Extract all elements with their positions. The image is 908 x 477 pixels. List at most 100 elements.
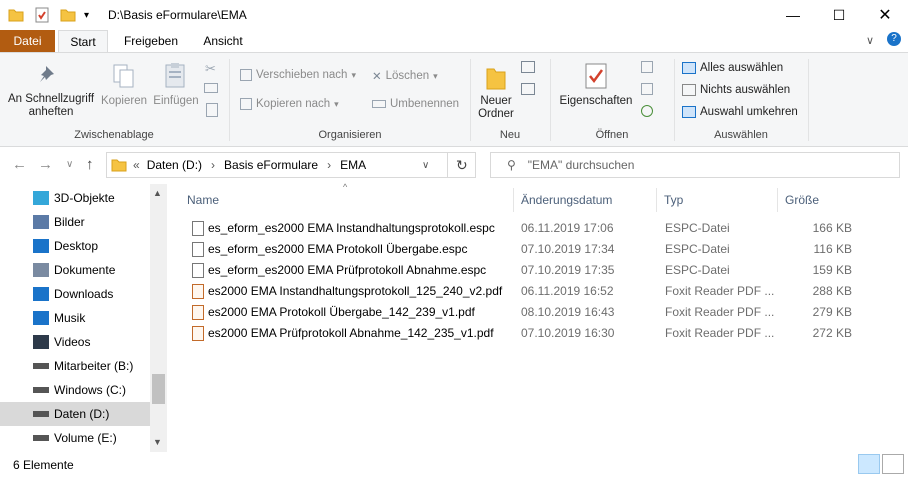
nav-item[interactable]: Downloads: [0, 282, 150, 306]
group-label-clipboard: Zwischenablage: [74, 129, 154, 141]
file-date: 07.10.2019 17:35: [521, 263, 615, 277]
pin-quick-access-button[interactable]: An Schnellzugriff anheften: [4, 63, 98, 119]
move-to-button[interactable]: Verschieben nach ▾: [240, 69, 356, 81]
easy-access-icon[interactable]: [521, 83, 535, 95]
help-icon[interactable]: ?: [887, 32, 901, 46]
chevron-down-icon: ▾: [433, 70, 438, 81]
chevron-down-icon: ▾: [351, 69, 356, 80]
file-row[interactable]: es_eform_es2000 EMA Prüfprotokoll Abnahm…: [188, 260, 864, 281]
nav-item[interactable]: 3D-Objekte: [0, 186, 150, 210]
nav-item[interactable]: Volume (E:): [0, 426, 150, 450]
scroll-up-icon[interactable]: ▲: [153, 188, 162, 198]
cut-icon[interactable]: ✂: [205, 61, 216, 77]
file-size: 288 KB: [812, 284, 852, 298]
select-all-button[interactable]: Alles auswählen: [682, 62, 783, 74]
ribbon-tabs: Datei Start Freigeben Ansicht ∨ ?: [0, 30, 908, 53]
maximize-button[interactable]: ☐: [816, 0, 862, 30]
tab-start[interactable]: Start: [58, 30, 108, 53]
file-date: 06.11.2019 16:52: [521, 284, 614, 298]
collapse-ribbon-icon[interactable]: ∨: [866, 34, 874, 47]
paste-shortcut-icon[interactable]: [206, 103, 218, 117]
properties-button[interactable]: Eigenschaften: [556, 61, 636, 108]
nav-item[interactable]: Windows (C:): [0, 378, 150, 402]
select-none-icon: [682, 84, 696, 96]
new-folder-label: Neuer Ordner: [478, 95, 514, 120]
file-name: es_eform_es2000 EMA Prüfprotokoll Abnahm…: [208, 263, 487, 277]
espc-file-icon: [192, 221, 204, 236]
new-item-icon[interactable]: [521, 61, 535, 73]
nav-item[interactable]: Dokumente: [0, 258, 150, 282]
tab-file[interactable]: Datei: [0, 30, 55, 52]
nav-item-label: Daten (D:): [54, 407, 110, 421]
nav-item[interactable]: Videos: [0, 330, 150, 354]
column-size[interactable]: Größe: [778, 188, 860, 212]
file-date: 08.10.2019 16:43: [521, 305, 615, 319]
music-icon: [33, 311, 49, 325]
pdf-file-icon: [192, 305, 204, 320]
scroll-down-icon[interactable]: ▼: [153, 437, 162, 447]
column-type[interactable]: Typ: [657, 188, 778, 212]
nav-item[interactable]: Musik: [0, 306, 150, 330]
paste-label: Einfügen: [153, 95, 199, 107]
delete-button[interactable]: ✕ Löschen ▾: [372, 69, 438, 83]
minimize-button[interactable]: —: [770, 0, 816, 30]
recent-locations-icon[interactable]: ∨: [66, 159, 73, 170]
copy-to-button[interactable]: Kopieren nach ▾: [240, 98, 339, 110]
overflow-chevron-icon[interactable]: «: [133, 158, 140, 172]
nav-item[interactable]: Desktop: [0, 234, 150, 258]
search-input[interactable]: ⚲ "EMA" durchsuchen: [490, 152, 900, 178]
breadcrumb-separator-icon[interactable]: ›: [211, 158, 215, 172]
copy-path-icon[interactable]: [204, 83, 218, 93]
file-row[interactable]: es2000 EMA Prüfprotokoll Abnahme_142_235…: [188, 323, 864, 344]
address-bar[interactable]: « Daten (D:) › Basis eFormulare › EMA ∨ …: [106, 152, 476, 178]
file-row[interactable]: es_eform_es2000 EMA Instandhaltungsproto…: [188, 218, 864, 239]
edit-icon[interactable]: [641, 83, 653, 95]
move-icon: [240, 69, 252, 81]
history-icon[interactable]: [641, 105, 653, 117]
up-arrow-icon[interactable]: ↑: [86, 156, 94, 173]
close-button[interactable]: ✕: [862, 0, 908, 30]
file-name: es2000 EMA Prüfprotokoll Abnahme_142_235…: [208, 326, 494, 340]
column-name[interactable]: Name: [180, 188, 514, 212]
file-row[interactable]: es2000 EMA Instandhaltungsprotokoll_125_…: [188, 281, 864, 302]
file-row[interactable]: es_eform_es2000 EMA Protokoll Übergabe.e…: [188, 239, 864, 260]
open-icon[interactable]: [641, 61, 653, 73]
select-none-button[interactable]: Nichts auswählen: [682, 84, 790, 96]
tab-share[interactable]: Freigeben: [118, 30, 184, 52]
tab-view[interactable]: Ansicht: [194, 30, 252, 52]
back-arrow-icon[interactable]: ←: [12, 156, 27, 173]
nav-item[interactable]: Bilder: [0, 210, 150, 234]
nav-item[interactable]: Daten (D:): [0, 402, 150, 426]
customize-dropdown-icon[interactable]: ▾: [84, 5, 89, 25]
file-size: 159 KB: [812, 263, 852, 277]
new-folder-quick-icon[interactable]: [60, 5, 76, 25]
file-date: 07.10.2019 17:34: [521, 242, 615, 256]
navigation-bar: ← → ∨ ↑ « Daten (D:) › Basis eFormulare …: [0, 148, 908, 182]
copy-label: Kopieren: [100, 95, 148, 107]
column-date[interactable]: Änderungsdatum: [514, 188, 657, 212]
properties-quick-icon[interactable]: [34, 5, 50, 25]
breadcrumb-drive[interactable]: Daten (D:): [147, 158, 202, 172]
nav-scrollbar[interactable]: ▲ ▼: [150, 184, 167, 452]
breadcrumb-current[interactable]: EMA: [340, 158, 366, 172]
breadcrumb-folder[interactable]: Basis eFormulare: [224, 158, 318, 172]
details-view-button[interactable]: [858, 454, 880, 474]
forward-arrow-icon[interactable]: →: [38, 156, 53, 173]
address-dropdown-icon[interactable]: ∨: [422, 160, 429, 171]
large-icons-view-button[interactable]: [882, 454, 904, 474]
breadcrumb-separator-icon[interactable]: ›: [327, 158, 331, 172]
refresh-icon[interactable]: ↻: [456, 157, 468, 174]
scrollbar-thumb[interactable]: [152, 374, 165, 404]
pin-icon: [40, 66, 54, 82]
drive-icon: [33, 387, 49, 393]
copy-button[interactable]: Kopieren: [98, 63, 150, 108]
file-row[interactable]: es2000 EMA Protokoll Übergabe_142_239_v1…: [188, 302, 864, 323]
invert-selection-button[interactable]: Auswahl umkehren: [682, 106, 798, 118]
paste-button[interactable]: Einfügen: [150, 61, 202, 108]
copy-to-icon: [240, 98, 252, 110]
copy-icon: [113, 64, 134, 88]
nav-item[interactable]: Mitarbeiter (B:): [0, 354, 150, 378]
rename-button[interactable]: Umbenennen: [372, 98, 459, 110]
file-size: 116 KB: [813, 242, 852, 256]
new-folder-button[interactable]: Neuer Ordner: [474, 63, 518, 121]
